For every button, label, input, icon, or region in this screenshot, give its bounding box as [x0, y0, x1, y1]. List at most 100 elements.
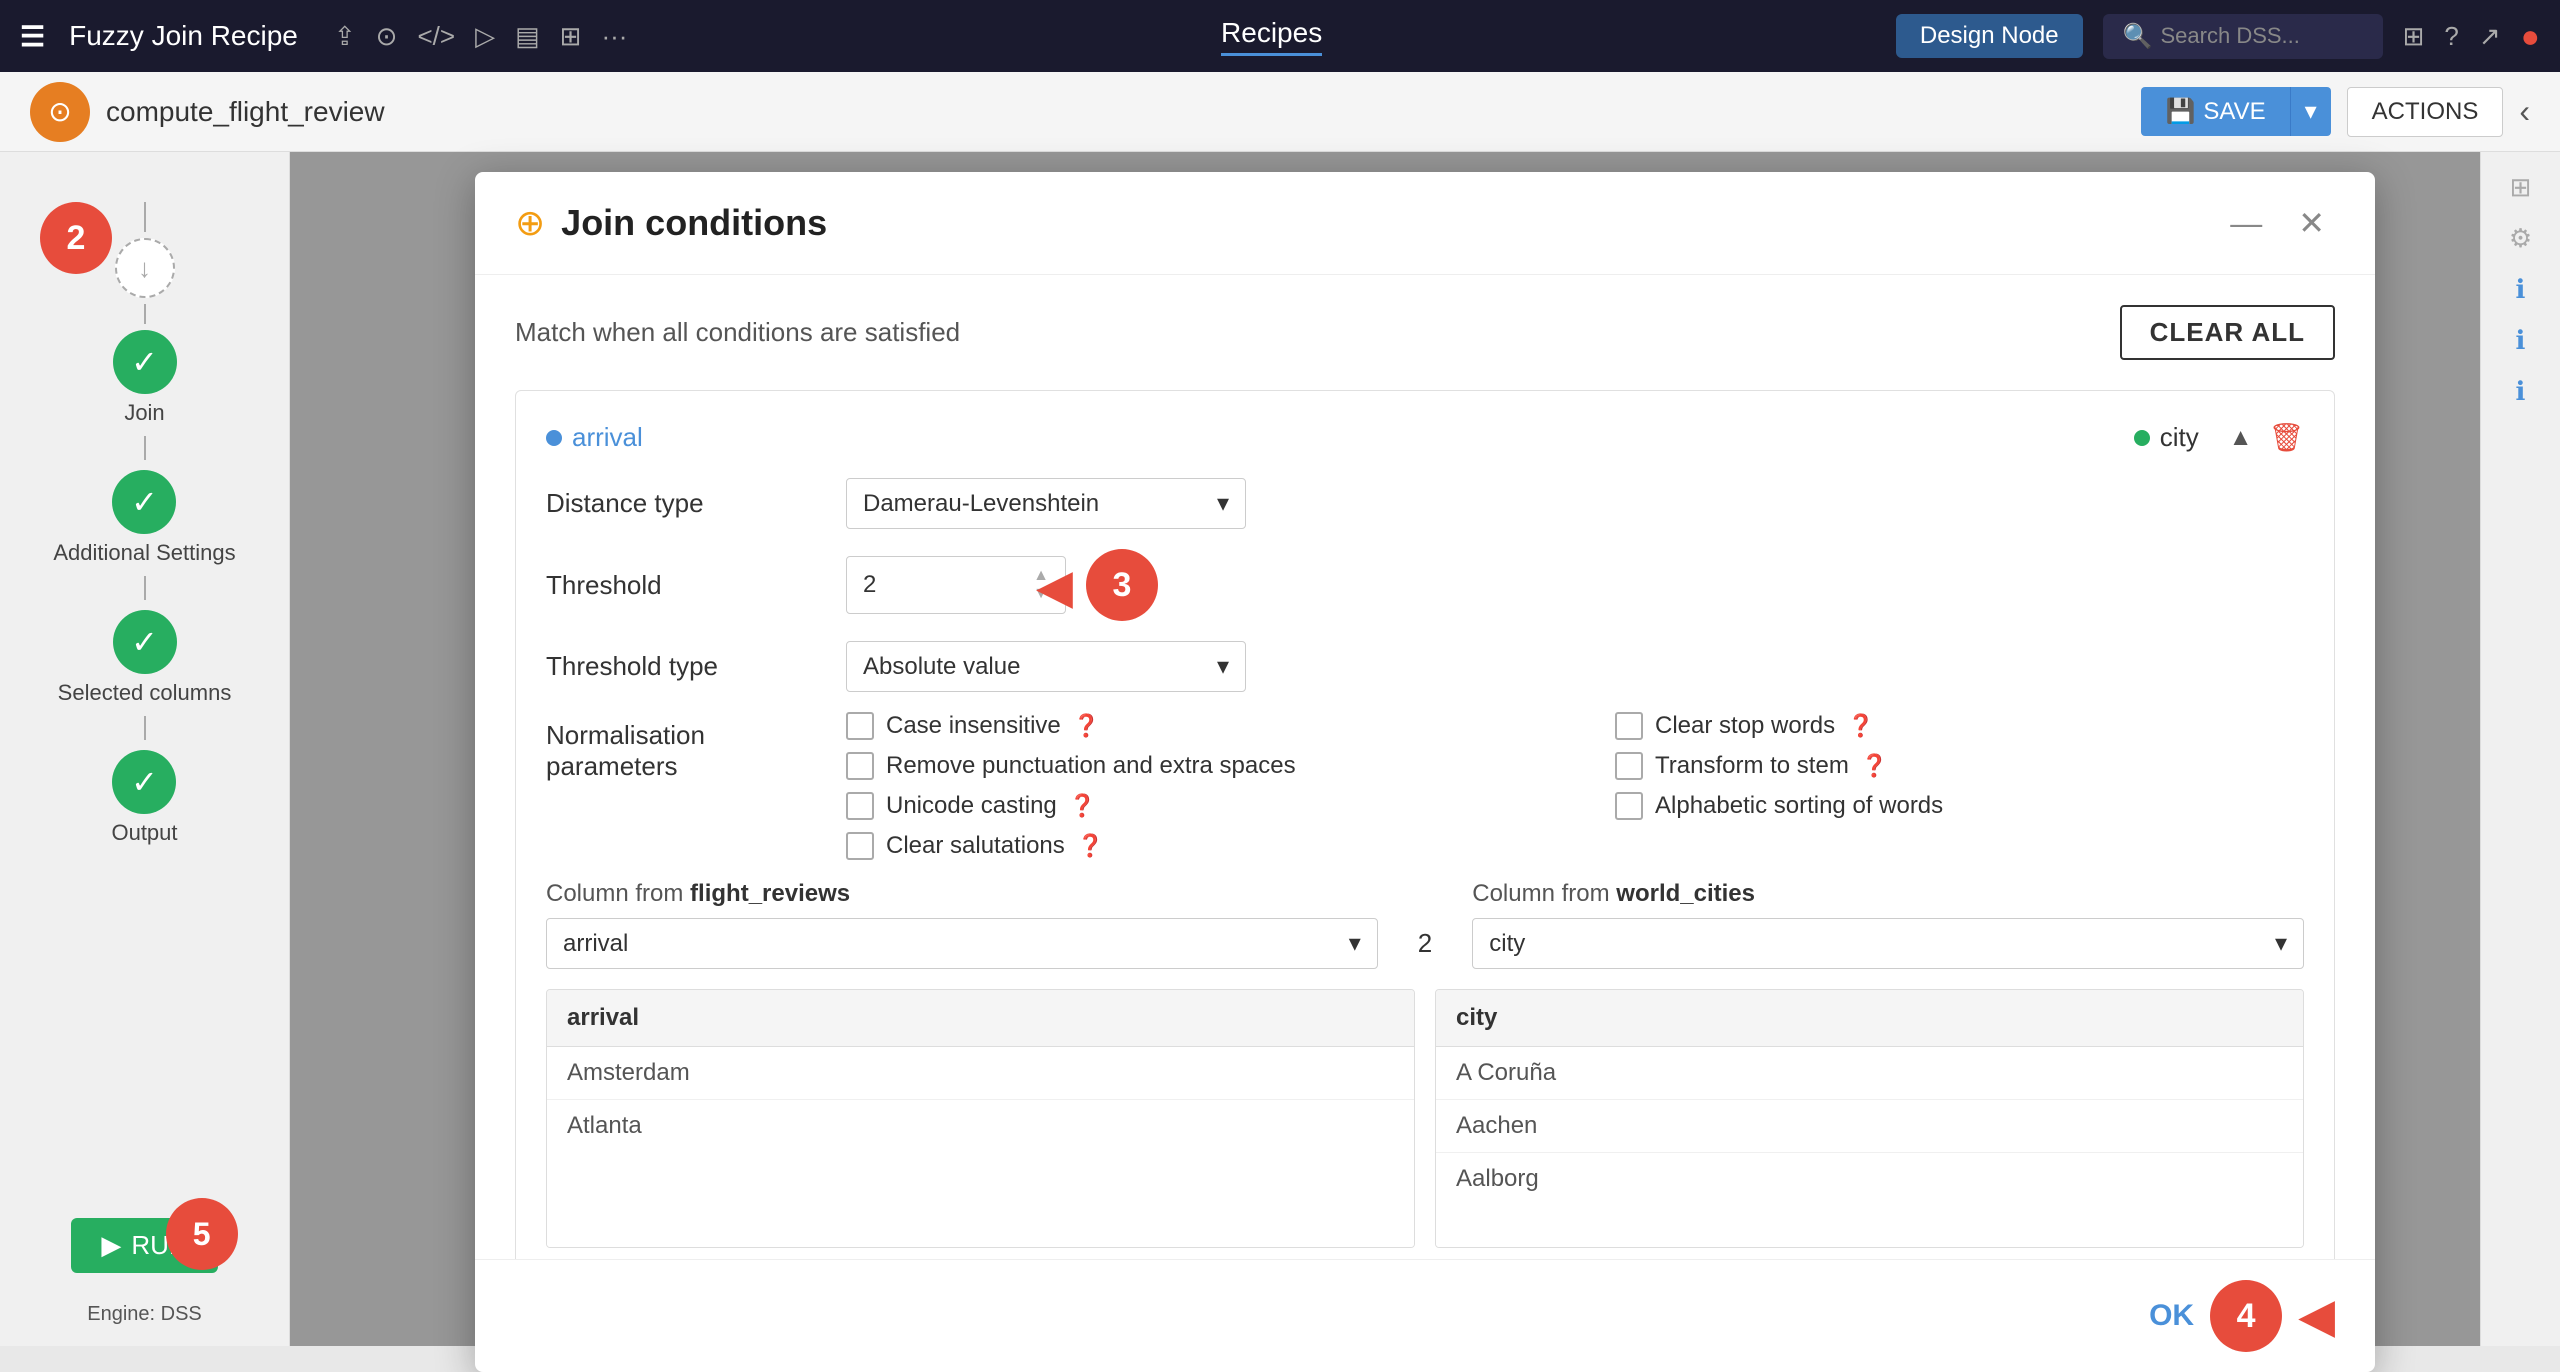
collapse-button[interactable]: ▲ [2229, 424, 2253, 452]
left-col-select[interactable]: arrival ▾ [546, 918, 1378, 969]
help-icon[interactable]: ? [2444, 21, 2458, 52]
refresh-icon[interactable]: ⊙ [376, 21, 398, 52]
clear-all-button[interactable]: CLEAR ALL [2120, 305, 2335, 360]
left-row-2: Atlanta [547, 1100, 1414, 1152]
stats-icon[interactable]: ↗ [2479, 21, 2501, 52]
unicode-casting-label: Unicode casting [886, 792, 1057, 820]
ok-button[interactable]: OK [2149, 1299, 2194, 1333]
output-node[interactable]: ✓ Output [111, 750, 177, 846]
save-btn-group: 💾 SAVE ▾ [2141, 87, 2330, 136]
save-dropdown-button[interactable]: ▾ [2290, 87, 2331, 136]
left-preview-table: arrival Amsterdam Atlanta [546, 989, 1415, 1248]
right-row-3: Aalborg [1436, 1153, 2303, 1205]
right-preview-table: city A Coruña Aachen Aalborg [1435, 989, 2304, 1248]
remove-punctuation-checkbox[interactable] [846, 752, 874, 780]
right-row-1: A Coruña [1436, 1047, 2303, 1100]
transform-to-stem-checkbox[interactable] [1615, 752, 1643, 780]
grid-icon[interactable]: ⊞ [560, 21, 582, 52]
transform-to-stem-help[interactable]: ❓ [1861, 753, 1888, 779]
info-icon-1[interactable]: ℹ [2516, 274, 2526, 305]
page-title: compute_flight_review [106, 96, 385, 128]
join-node[interactable]: ↓ ✓ Join [113, 202, 177, 426]
selected-columns-circle: ✓ [113, 610, 177, 674]
engine-label: Engine: DSS [87, 1303, 202, 1326]
clear-salutations-help[interactable]: ❓ [1077, 833, 1104, 859]
table-view-icon[interactable]: ⊞ [2510, 172, 2532, 203]
threshold-type-value: Absolute value [863, 653, 1020, 681]
share-icon[interactable]: ⇪ [334, 21, 356, 52]
clear-stop-words-help[interactable]: ❓ [1847, 713, 1874, 739]
threshold-type-select[interactable]: Absolute value ▾ [846, 641, 1246, 692]
user-icon[interactable]: ● [2521, 18, 2540, 55]
search-bar[interactable]: 🔍 Search DSS... [2103, 14, 2383, 59]
back-button[interactable]: ‹ [2519, 93, 2530, 130]
search-placeholder: Search DSS... [2161, 23, 2300, 49]
unicode-casting-help[interactable]: ❓ [1069, 793, 1096, 819]
step5-badge: 5 [166, 1198, 238, 1270]
info-icon-2[interactable]: ℹ [2516, 325, 2526, 356]
case-insensitive-checkbox[interactable] [846, 712, 874, 740]
step3-container: 3 ◀ [1086, 549, 1158, 621]
distance-type-select[interactable]: Damerau-Levenshtein ▾ [846, 478, 1246, 529]
join-conditions-modal: ⊕ Join conditions — ✕ Match when all con… [475, 172, 2375, 1372]
recipes-tab[interactable]: Recipes [1221, 17, 1322, 56]
step2-badge: 2 [40, 202, 112, 274]
left-col-picker-label: Column from flight_reviews [546, 880, 1378, 908]
clear-stop-words-row: Clear stop words ❓ [1615, 712, 2304, 740]
col-from-text: Column from [546, 880, 683, 907]
right-preview-header: city [1436, 990, 2303, 1047]
condition-block: arrival city ▲ 🗑 Distanc [515, 390, 2335, 1259]
delete-condition-button[interactable]: 🗑 [2268, 421, 2304, 454]
main-layout: 2 ↓ ✓ Join ✓ Additional Settings ✓ Selec… [0, 152, 2560, 1346]
more-icon[interactable]: ··· [601, 21, 627, 52]
output-circle: ✓ [112, 750, 176, 814]
minimize-button[interactable]: — [2220, 201, 2272, 246]
design-node-button[interactable]: Design Node [1896, 14, 2083, 58]
threshold-type-label: Threshold type [546, 651, 826, 682]
case-insensitive-help[interactable]: ❓ [1073, 713, 1100, 739]
clear-stop-words-checkbox[interactable] [1615, 712, 1643, 740]
alphabetic-sorting-checkbox[interactable] [1615, 792, 1643, 820]
additional-settings-node[interactable]: ✓ Additional Settings [53, 470, 235, 566]
step4-badge: 4 [2210, 1280, 2282, 1352]
right-column-name: city [2160, 422, 2199, 453]
condition-header: arrival city ▲ 🗑 [546, 421, 2304, 454]
right-col-arrow: ▾ [2275, 929, 2287, 958]
remove-punctuation-label: Remove punctuation and extra spaces [886, 752, 1296, 780]
selected-columns-node[interactable]: ✓ Selected columns [58, 610, 232, 706]
apps-icon[interactable]: ⊞ [2403, 21, 2425, 52]
actions-button[interactable]: ACTIONS [2347, 87, 2504, 137]
app-logo: ☰ [20, 20, 45, 53]
play-icon: ▶ [101, 1230, 121, 1261]
content-area: ⊞ ⚙ ℹ ℹ ℹ ⊕ Join conditions — ✕ [290, 152, 2560, 1346]
save-button[interactable]: 💾 SAVE [2141, 87, 2289, 136]
modal-footer: OK 4 ◀ [475, 1259, 2375, 1372]
connector1 [144, 436, 146, 460]
data-icon[interactable]: ▤ [515, 21, 540, 52]
distance-type-value: Damerau-Levenshtein [863, 490, 1099, 518]
right-col-picker: Column from world_cities city ▾ [1472, 880, 2304, 969]
topbar-center: Recipes [663, 17, 1879, 56]
clear-salutations-checkbox[interactable] [846, 832, 874, 860]
join-check-circle: ✓ [113, 330, 177, 394]
right-col-select[interactable]: city ▾ [1472, 918, 2304, 969]
clear-salutations-label: Clear salutations [886, 832, 1065, 860]
close-button[interactable]: ✕ [2288, 200, 2335, 246]
case-insensitive-row: Case insensitive ❓ [846, 712, 1535, 740]
selected-columns-label: Selected columns [58, 680, 232, 706]
unicode-casting-checkbox[interactable] [846, 792, 874, 820]
left-col-picker: Column from flight_reviews arrival ▾ [546, 880, 1378, 969]
info-icon-3[interactable]: ℹ [2516, 376, 2526, 407]
distance-type-label: Distance type [546, 488, 826, 519]
join-label: Join [124, 400, 164, 426]
settings-icon[interactable]: ⚙ [2509, 223, 2532, 254]
step4-arrow: ◀ [2298, 1288, 2335, 1344]
additional-settings-circle: ✓ [112, 470, 176, 534]
code-icon[interactable]: </> [417, 21, 455, 52]
play-icon[interactable]: ▷ [475, 21, 495, 52]
normalisation-params-row: Normalisation parameters Case insensitiv… [546, 712, 2304, 860]
app-title: Fuzzy Join Recipe [69, 20, 298, 52]
connector2 [144, 576, 146, 600]
secondbar: ⊙ compute_flight_review 💾 SAVE ▾ ACTIONS… [0, 72, 2560, 152]
threshold-input[interactable]: 2 ▲ ▼ [846, 556, 1066, 614]
